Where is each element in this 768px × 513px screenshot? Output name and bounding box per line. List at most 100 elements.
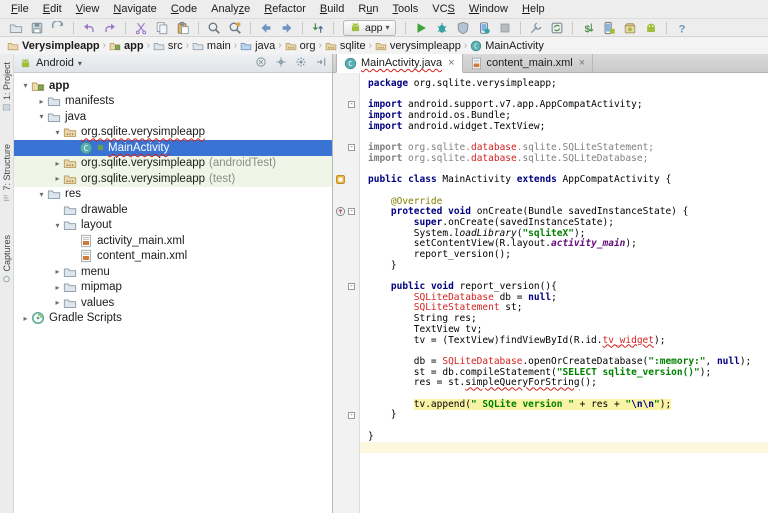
tree-item-manifests[interactable]: ▸manifests	[14, 94, 332, 110]
device-monitor-button[interactable]	[641, 20, 661, 36]
locate-button[interactable]	[275, 56, 287, 71]
menu-navigate[interactable]: Navigate	[106, 2, 163, 16]
breadcrumb-label: main	[207, 40, 231, 52]
tree-item-gradle-scripts[interactable]: ▸Gradle Scripts	[14, 311, 332, 327]
breadcrumb-sqlite[interactable]: sqlite	[324, 40, 367, 52]
coverage-button[interactable]	[453, 20, 473, 36]
expanded-arrow-icon[interactable]: ▾	[20, 81, 31, 90]
breadcrumb-org[interactable]: org	[284, 40, 317, 52]
collapsed-arrow-icon[interactable]: ▸	[52, 159, 63, 168]
fold-marker[interactable]: -	[348, 144, 355, 151]
editor-tab-mainactivity-java[interactable]: CMainActivity.java×	[336, 54, 463, 73]
menu-tools[interactable]: Tools	[386, 2, 426, 16]
copy-button[interactable]	[152, 20, 172, 36]
tree-item-menu[interactable]: ▸menu	[14, 264, 332, 280]
breadcrumb-verysimpleapp[interactable]: Verysimpleapp	[6, 40, 101, 52]
menu-analyze[interactable]: Analyze	[204, 2, 257, 16]
project-view-selector[interactable]: Android	[36, 57, 74, 69]
breadcrumb-app[interactable]: app	[108, 40, 145, 52]
tree-item-mainactivity[interactable]: CMainActivity	[14, 140, 332, 156]
expanded-arrow-icon[interactable]: ▾	[36, 190, 47, 199]
find-button[interactable]	[204, 20, 224, 36]
redo-button[interactable]	[100, 20, 120, 36]
help-button[interactable]: ?	[672, 20, 692, 36]
close-tab-icon[interactable]: ×	[448, 57, 454, 69]
attach-debugger-button[interactable]	[474, 20, 494, 36]
tree-item-layout[interactable]: ▾layout	[14, 218, 332, 234]
expanded-arrow-icon[interactable]: ▾	[52, 128, 63, 137]
collapsed-arrow-icon[interactable]: ▸	[20, 314, 31, 323]
make-project-button[interactable]	[308, 20, 328, 36]
hide-button[interactable]	[315, 56, 327, 71]
sdk-manager-button[interactable]	[620, 20, 640, 36]
tree-item-content-main-xml[interactable]: content_main.xml	[14, 249, 332, 265]
tree-item-mipmap[interactable]: ▸mipmap	[14, 280, 332, 296]
settings-button[interactable]	[295, 56, 307, 71]
forward-button[interactable]	[277, 20, 297, 36]
tree-item-app[interactable]: ▾app	[14, 78, 332, 94]
overriding-method-gutter-icon[interactable]	[335, 206, 346, 217]
tree-item-drawable[interactable]: drawable	[14, 202, 332, 218]
stop-button[interactable]	[495, 20, 515, 36]
captures-tab-icon	[2, 274, 11, 283]
tree-item-org-sqlite-verysimpleapp-test[interactable]: ▸org.sqlite.verysimpleapp(test)	[14, 171, 332, 187]
fold-marker[interactable]: -	[348, 283, 355, 290]
tool-tab-1-project[interactable]: 1: Project	[2, 62, 12, 112]
collapsed-arrow-icon[interactable]: ▸	[52, 283, 63, 292]
tree-item-java[interactable]: ▾java	[14, 109, 332, 125]
replace-button[interactable]	[225, 20, 245, 36]
menu-window[interactable]: Window	[462, 2, 515, 16]
fold-marker[interactable]: -	[348, 412, 355, 419]
fold-marker[interactable]: -	[348, 101, 355, 108]
run-configuration-dropdown[interactable]: app▾	[343, 20, 396, 36]
collapsed-arrow-icon[interactable]: ▸	[52, 174, 63, 183]
tree-item-org-sqlite-verysimpleapp[interactable]: ▾org.sqlite.verysimpleapp	[14, 125, 332, 141]
collapsed-arrow-icon[interactable]: ▸	[52, 267, 63, 276]
code-editor[interactable]: package org.sqlite.verysimpleapp;import …	[360, 73, 768, 513]
paste-button[interactable]	[173, 20, 193, 36]
close-tab-icon[interactable]: ×	[579, 57, 585, 69]
expanded-arrow-icon[interactable]: ▾	[36, 112, 47, 121]
tool-tab-7-structure[interactable]: 7: Structure	[2, 144, 12, 203]
menu-code[interactable]: Code	[164, 2, 204, 16]
menu-view[interactable]: View	[69, 2, 107, 16]
tool-tab-captures[interactable]: Captures	[2, 235, 12, 284]
menu-build[interactable]: Build	[313, 2, 351, 16]
debug-button[interactable]	[432, 20, 452, 36]
folder-icon	[47, 94, 61, 108]
menu-run[interactable]: Run	[351, 2, 385, 16]
collapse-all-button[interactable]	[255, 56, 267, 71]
menu-refactor[interactable]: Refactor	[257, 2, 313, 16]
breadcrumb-main[interactable]: main	[191, 40, 232, 52]
menu-vcs[interactable]: VCS	[425, 2, 462, 16]
related-files-gutter-icon[interactable]	[335, 174, 346, 185]
menu-edit[interactable]: Edit	[36, 2, 69, 16]
tree-item-values[interactable]: ▸values	[14, 295, 332, 311]
tree-item-res[interactable]: ▾res	[14, 187, 332, 203]
breadcrumb: Verysimpleapp›app›src›main›java›org›sqli…	[0, 37, 768, 55]
run-button[interactable]	[411, 20, 431, 36]
menu-help[interactable]: Help	[515, 2, 552, 16]
tree-item-activity-main-xml[interactable]: activity_main.xml	[14, 233, 332, 249]
expanded-arrow-icon[interactable]: ▾	[52, 221, 63, 230]
collapsed-arrow-icon[interactable]: ▸	[52, 298, 63, 307]
sync-gradle-files-button[interactable]: $	[578, 20, 598, 36]
back-button[interactable]	[256, 20, 276, 36]
avd-manager-button[interactable]	[599, 20, 619, 36]
breadcrumb-mainactivity[interactable]: CMainActivity	[469, 40, 545, 52]
open-button[interactable]	[6, 20, 26, 36]
breadcrumb-src[interactable]: src	[152, 40, 184, 52]
cut-button[interactable]	[131, 20, 151, 36]
tree-item-org-sqlite-verysimpleapp-androidtest[interactable]: ▸org.sqlite.verysimpleapp(androidTest)	[14, 156, 332, 172]
fold-marker[interactable]: -	[348, 208, 355, 215]
sync-button[interactable]	[48, 20, 68, 36]
save-all-button[interactable]	[27, 20, 47, 36]
breadcrumb-java[interactable]: java	[239, 40, 276, 52]
menu-file[interactable]: File	[4, 2, 36, 16]
collapsed-arrow-icon[interactable]: ▸	[36, 97, 47, 106]
undo-button[interactable]	[79, 20, 99, 36]
sync-project-button[interactable]	[547, 20, 567, 36]
editor-tab-content-main-xml[interactable]: content_main.xml×	[463, 54, 594, 72]
breadcrumb-verysimpleapp[interactable]: verysimpleapp	[374, 40, 462, 52]
project-structure-button[interactable]	[526, 20, 546, 36]
